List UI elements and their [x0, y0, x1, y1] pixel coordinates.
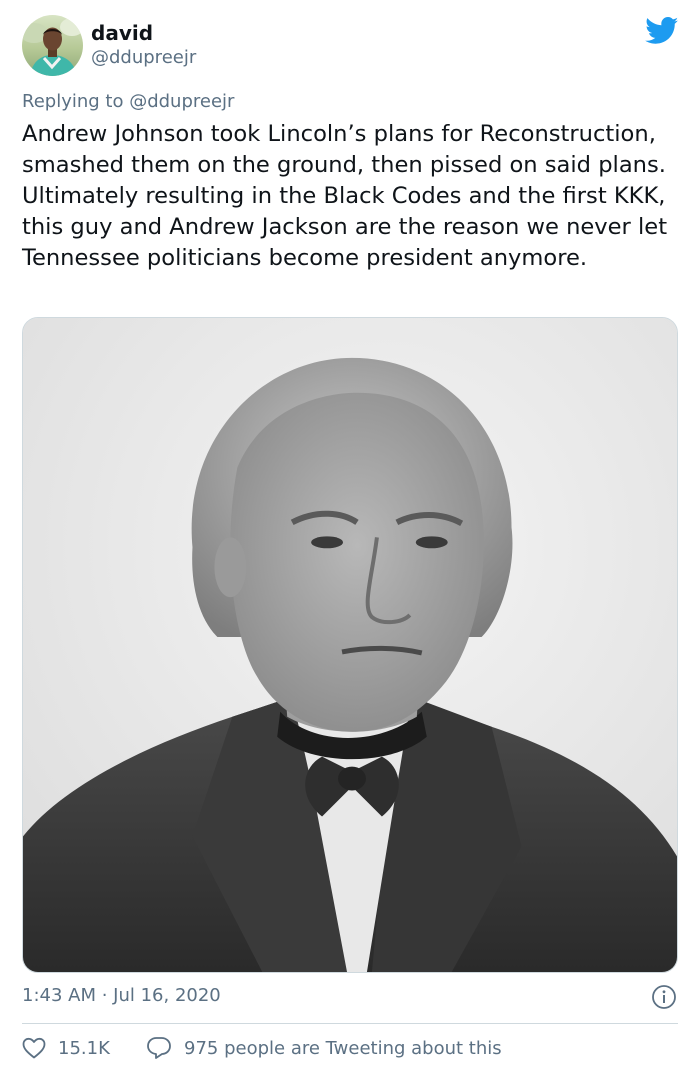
tweet-card: david @ddupreejr Replying to @ddupreejr … [0, 0, 700, 1075]
replying-to[interactable]: Replying to @ddupreejr [22, 90, 234, 114]
like-button[interactable]: 15.1K [22, 1035, 110, 1061]
author-display-name[interactable]: david [91, 21, 153, 45]
twitter-bird-icon[interactable] [645, 17, 679, 45]
tweet-timestamp[interactable]: 1:43 AM · Jul 16, 2020 [22, 984, 221, 1008]
conversation-link[interactable]: 975 people are Tweeting about this [146, 1035, 502, 1061]
divider [22, 1023, 678, 1024]
author-handle[interactable]: @ddupreejr [91, 47, 196, 69]
conversation-text: 975 people are Tweeting about this [184, 1037, 502, 1059]
heart-icon [22, 1037, 46, 1059]
like-count: 15.1K [58, 1037, 110, 1059]
tweet-photo[interactable] [22, 317, 678, 973]
tweet-text: Andrew Johnson took Lincoln’s plans for … [22, 119, 682, 274]
speech-bubble-icon [147, 1037, 171, 1059]
avatar[interactable] [22, 15, 83, 76]
info-icon[interactable] [651, 984, 677, 1010]
tweet-body: Andrew Johnson took Lincoln’s plans for … [22, 121, 668, 271]
